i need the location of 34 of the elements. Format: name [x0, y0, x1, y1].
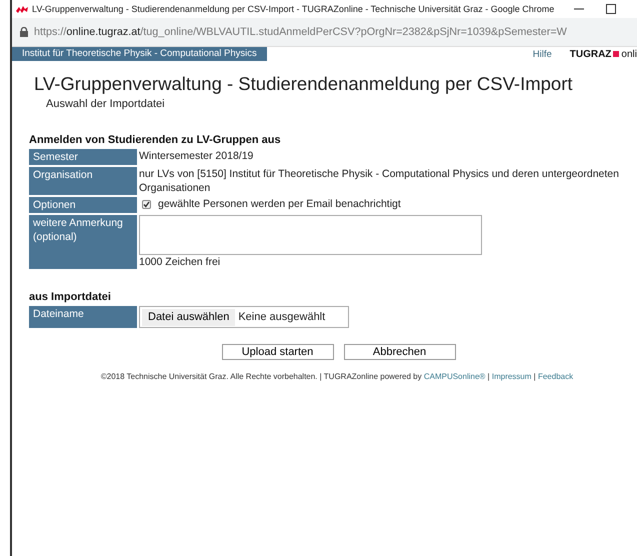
- remark-field[interactable]: [139, 215, 482, 255]
- field-label: Semester: [29, 149, 137, 165]
- section-heading: aus Importdatei: [29, 291, 112, 303]
- footer-link[interactable]: CAMPUSonline®: [424, 372, 486, 381]
- separator: |: [488, 372, 490, 381]
- logo-text: onli: [621, 48, 637, 60]
- footer-text: ©2018 Technische Universität Graz. Alle Rechte vorbehalten. | TUGRAZonline powered by CAMPUSonline® | Impressum | Feedback: [100, 372, 574, 381]
- maximize-icon[interactable]: [606, 4, 616, 14]
- field-label: Dateiname: [29, 306, 137, 328]
- page-subtitle: Auswahl der Importdatei: [46, 98, 166, 110]
- logo-text: TUGRAZ: [570, 48, 612, 60]
- file-input[interactable]: Datei auswählen Keine ausgewählt: [139, 306, 349, 328]
- footer-link[interactable]: Impressum: [492, 372, 532, 381]
- field-label: weitere Anmerkung (optional): [29, 215, 137, 269]
- form-button[interactable]: Abbrechen: [344, 344, 456, 360]
- field-value: Wintersemester 2018/19: [139, 150, 254, 162]
- footer-link[interactable]: Feedback: [538, 372, 574, 381]
- lock-icon: [20, 27, 28, 37]
- char-counter: 1000 Zeichen frei: [139, 256, 220, 268]
- app-logo-icon: [16, 5, 28, 13]
- page-title: LV-Gruppenverwaltung - Studierendenanmeldung per CSV-Import: [34, 73, 574, 95]
- form-button[interactable]: Upload starten: [222, 344, 334, 360]
- help-link[interactable]: Hilfe: [532, 48, 552, 60]
- separator: |: [534, 372, 536, 381]
- field-label: Organisation: [29, 167, 137, 195]
- checkbox[interactable]: [142, 200, 151, 209]
- choose-file-button[interactable]: Datei auswählen: [142, 308, 236, 326]
- checkbox-label: gewählte Personen werden per Email benachrichtigt: [158, 198, 401, 210]
- window-title: LV-Gruppenverwaltung - Studierendenanmeldung per CSV-Import - TUGRAZonline - Technische Universität Graz - Google Chrome: [32, 4, 554, 14]
- square-icon: [613, 51, 620, 57]
- section-heading: Anmelden von Studierenden zu LV-Gruppen aus: [29, 134, 282, 146]
- file-status: Keine ausgewählt: [238, 310, 326, 324]
- field-label: Optionen: [29, 197, 137, 213]
- institute-banner: Institut für Theoretische Physik - Computational Physics: [12, 47, 267, 61]
